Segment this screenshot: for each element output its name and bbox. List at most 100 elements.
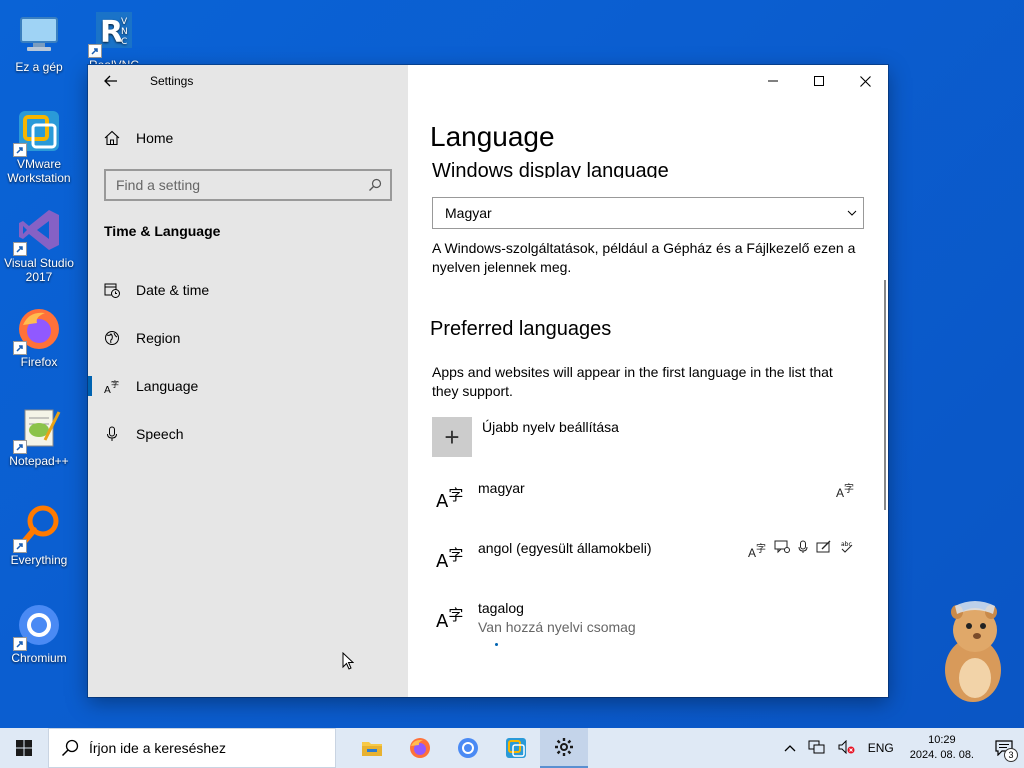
find-setting-input[interactable]: Find a setting <box>104 169 392 201</box>
nav-home[interactable]: Home <box>88 123 408 153</box>
desktop-icon-label: Everything <box>10 553 68 567</box>
minimize-icon <box>768 80 778 82</box>
taskbar-vmware[interactable] <box>492 728 540 768</box>
taskbar: Írjon ide a kereséshez ENG 10:29 2024. 0… <box>0 728 1024 768</box>
microphone-icon <box>798 540 808 553</box>
desktop-icon-realvnc[interactable]: RVNC RealVNC <box>76 8 152 64</box>
back-arrow-icon <box>104 75 117 87</box>
shortcut-arrow-icon <box>13 440 27 454</box>
language-icon: A字 <box>436 546 464 572</box>
desktop-icon-notepadpp[interactable]: Notepad++ <box>1 404 77 468</box>
close-icon <box>859 75 871 87</box>
desktop-icon-everything[interactable]: Everything <box>1 503 77 567</box>
windows-logo-icon <box>16 740 32 756</box>
language-name: magyar <box>478 480 525 496</box>
taskbar-file-explorer[interactable] <box>348 728 396 768</box>
preferred-languages-heading: Preferred languages <box>430 318 612 340</box>
show-hidden-icons-button[interactable] <box>778 741 802 755</box>
handwriting-icon <box>816 540 831 553</box>
taskbar-firefox[interactable] <box>396 728 444 768</box>
sidebar-item-label: Language <box>136 378 199 394</box>
chevron-down-icon <box>847 210 857 216</box>
desktop-icon-vmware[interactable]: VMware Workstation <box>1 107 77 185</box>
minimize-button[interactable] <box>750 65 796 97</box>
sidebar-item-date-time[interactable]: Date & time <box>88 270 408 310</box>
start-button[interactable] <box>0 728 48 768</box>
clock-date: 2024. 08. 08. <box>909 749 974 761</box>
taskbar-search-placeholder: Írjon ide a kereséshez <box>89 740 226 756</box>
vmware-icon <box>506 738 526 758</box>
clock-time: 10:29 <box>928 734 956 746</box>
sidebar-item-language[interactable]: A字 Language <box>88 366 408 406</box>
desktop-icon-label: Firefox <box>20 355 58 369</box>
settings-content: Language Windows display language Magyar… <box>408 65 888 697</box>
add-language-button[interactable]: + Újabb nyelv beállítása <box>432 417 619 457</box>
svg-text:C: C <box>121 37 127 47</box>
scrollbar[interactable] <box>884 280 886 510</box>
maximize-button[interactable] <box>796 65 842 97</box>
taskbar-apps <box>348 728 588 768</box>
network-icon[interactable] <box>802 740 832 757</box>
desktop-icon-label: Ez a gép <box>15 60 63 74</box>
settings-window: Settings Home Find a setting Time & Lang… <box>88 65 888 697</box>
shortcut-arrow-icon <box>13 143 27 157</box>
mouse-cursor-icon <box>342 652 354 670</box>
desktop-icon-label: Chromium <box>11 651 67 665</box>
svg-text:R: R <box>100 15 123 50</box>
display-language-icon: A字 <box>835 484 854 500</box>
speech-icon <box>774 540 790 554</box>
clock[interactable]: 10:29 2024. 08. 08. <box>900 733 984 763</box>
microphone-icon <box>88 426 136 442</box>
file-explorer-icon <box>362 742 382 756</box>
display-language-icon: A字 <box>747 544 766 560</box>
window-controls <box>750 65 888 97</box>
search-icon <box>369 178 382 191</box>
display-language-description: A Windows-szolgáltatások, például a Géph… <box>432 240 856 275</box>
volume-muted-icon[interactable] <box>832 739 862 757</box>
add-language-label: Újabb nyelv beállítása <box>482 419 619 435</box>
desktop-icon-this-pc[interactable]: Ez a gép <box>1 10 77 74</box>
system-tray: ENG 10:29 2024. 08. 08. 3 <box>778 728 1024 768</box>
svg-text:N: N <box>121 27 128 37</box>
desktop-icon-label: Visual Studio 2017 <box>4 256 74 284</box>
notification-center-button[interactable]: 3 <box>984 728 1024 768</box>
home-icon <box>88 130 136 146</box>
shortcut-arrow-icon <box>13 341 27 355</box>
firefox-icon <box>410 738 430 758</box>
shortcut-arrow-icon <box>13 637 27 651</box>
notification-count-badge: 3 <box>1004 748 1018 762</box>
desktop-icon-visual-studio[interactable]: Visual Studio 2017 <box>1 206 77 284</box>
shortcut-arrow-icon <box>88 44 102 58</box>
sidebar-item-label: Date & time <box>136 282 210 298</box>
language-status: Van hozzá nyelvi csomag <box>478 619 636 635</box>
section-title: Time & Language <box>104 223 221 239</box>
display-language-dropdown[interactable]: Magyar <box>432 197 864 229</box>
close-button[interactable] <box>842 65 888 97</box>
nav-home-label: Home <box>136 130 174 146</box>
language-name: tagalog <box>478 600 524 616</box>
visual-studio-icon <box>13 206 63 256</box>
taskbar-settings[interactable] <box>540 728 588 768</box>
sidebar-item-speech[interactable]: Speech <box>88 414 408 454</box>
desktop-icon-firefox[interactable]: Firefox <box>1 305 77 369</box>
sidebar-item-label: Speech <box>136 426 184 442</box>
language-icon: A字 <box>436 486 464 512</box>
dropdown-value: Magyar <box>445 205 492 221</box>
search-placeholder: Find a setting <box>116 177 201 193</box>
desktop-icon-label: VMware Workstation <box>7 157 71 185</box>
input-language-indicator[interactable]: ENG <box>862 741 900 755</box>
chevron-up-icon <box>784 745 796 752</box>
back-button[interactable] <box>88 65 134 97</box>
vmware-icon <box>13 107 63 157</box>
app-title: Settings <box>150 74 194 88</box>
language-item-magyar[interactable]: A字 magyar A字 <box>432 480 864 530</box>
desktop-icon-chromium[interactable]: Chromium <box>1 601 77 665</box>
taskbar-search-box[interactable]: Írjon ide a kereséshez <box>48 728 336 768</box>
language-item-angol[interactable]: A字 angol (egyesült államokbeli) A字 abc <box>432 540 864 590</box>
sidebar-item-region[interactable]: Region <box>88 318 408 358</box>
computer-icon <box>15 10 63 58</box>
title-bar: Settings <box>88 65 408 97</box>
taskbar-chromium[interactable] <box>444 728 492 768</box>
firefox-icon <box>13 305 63 355</box>
svg-text:V: V <box>121 17 128 27</box>
